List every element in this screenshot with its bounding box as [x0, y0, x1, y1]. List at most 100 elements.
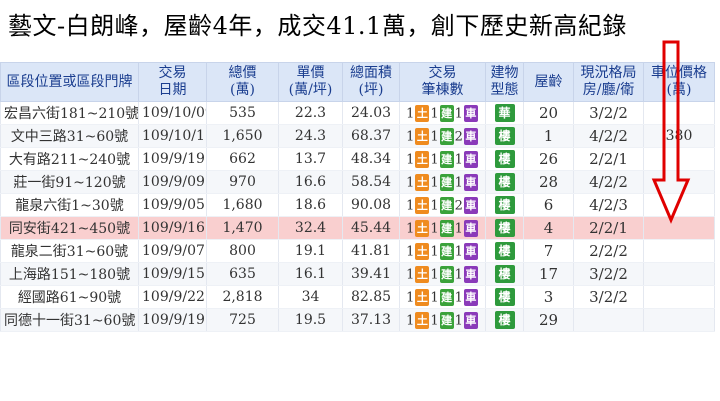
land-count: 1 — [406, 221, 415, 236]
parking-count: 1 — [454, 244, 463, 259]
cell-address[interactable]: 同安街421~450號 — [0, 216, 139, 240]
building-badge-icon: 建 — [439, 311, 454, 329]
land-badge-icon: 土 — [415, 196, 430, 214]
cell-address[interactable]: 文中三路31~60號 — [0, 124, 139, 148]
cell-layout — [573, 308, 644, 332]
land-count: 1 — [406, 267, 415, 282]
building-count: 1 — [430, 290, 439, 305]
cell-building-type: 樓 — [485, 239, 524, 263]
cell-age: 7 — [523, 239, 574, 263]
table-row[interactable]: 大有路211~240號 109/9/19 662 13.7 48.34 1 土 1 建 1 車樓 26… — [0, 147, 715, 171]
building-badge-icon: 建 — [439, 127, 454, 145]
cell-parking-price — [643, 308, 715, 332]
table-row[interactable]: 龍泉二街31~60號 109/9/07 800 19.1 41.81 1 土 1 建 1 車樓 7 2/… — [0, 239, 715, 263]
building-type-badge: 樓 — [494, 196, 515, 214]
parking-badge-icon: 車 — [463, 127, 478, 145]
cell-layout: 2/2/2 — [573, 239, 644, 263]
cell-transaction-count: 1土1建1車 — [399, 285, 486, 309]
parking-count: 1 — [454, 290, 463, 305]
building-badge-icon: 建 — [439, 104, 454, 122]
parking-badge-icon: 車 — [463, 311, 478, 329]
col-header-building-type[interactable]: 建物 型態 — [485, 62, 524, 102]
transactions-table: 區段位置或區段門牌 交易 日期 總價 (萬) 單價 (萬/坪) 總面積 (坪) 交易 筆棟… — [0, 62, 715, 332]
cell-transaction-count: 1土1建2車 — [399, 193, 486, 217]
building-badge-icon: 建 — [439, 173, 454, 191]
col-header-age[interactable]: 屋齡 — [523, 62, 574, 102]
land-count: 1 — [406, 175, 415, 190]
cell-date: 109/9/09 — [138, 170, 207, 194]
cell-unit-price: 22.3 — [278, 101, 343, 125]
cell-date: 109/10/09 — [138, 101, 207, 125]
land-count: 1 — [406, 106, 415, 121]
parking-badge-icon: 車 — [463, 242, 478, 260]
col-header-date[interactable]: 交易 日期 — [138, 62, 207, 102]
cell-transaction-count: 1土1建1車 — [399, 170, 486, 194]
table-row[interactable]: 同德十一街31~60號 109/9/19 725 19.5 37.13 1 土 1 建 1 車樓 29 — [0, 308, 715, 332]
col-header-layout[interactable]: 現況格局 房/廳/衛 — [573, 62, 644, 102]
cell-total-price: 1,470 — [206, 216, 279, 240]
cell-total-area: 37.13 — [342, 308, 400, 332]
red-down-arrow-icon — [651, 40, 691, 224]
land-badge-icon: 土 — [415, 265, 430, 283]
cell-age: 29 — [523, 308, 574, 332]
table-row[interactable]: 同安街421~450號 109/9/16 1,470 32.4 45.44 1 土 1 建 1 車樓… — [0, 216, 715, 240]
col-header-total-price[interactable]: 總價 (萬) — [206, 62, 279, 102]
col-header-unit-price[interactable]: 單價 (萬/坪) — [278, 62, 343, 102]
cell-transaction-count: 1土1建1車 — [399, 216, 486, 240]
cell-address[interactable]: 宏昌六街181~210號 — [0, 101, 139, 125]
land-badge-icon: 土 — [415, 173, 430, 191]
cell-address[interactable]: 龍泉二街31~60號 — [0, 239, 139, 263]
cell-layout: 3/2/2 — [573, 285, 644, 309]
cell-address[interactable]: 大有路211~240號 — [0, 147, 139, 171]
cell-unit-price: 13.7 — [278, 147, 343, 171]
cell-transaction-count: 1土1建1車 — [399, 308, 486, 332]
cell-total-area: 90.08 — [342, 193, 400, 217]
cell-age: 26 — [523, 147, 574, 171]
cell-address[interactable]: 經國路61~90號 — [0, 285, 139, 309]
cell-total-area: 48.34 — [342, 147, 400, 171]
building-count: 1 — [430, 244, 439, 259]
cell-layout: 2/2/1 — [573, 147, 644, 171]
parking-count: 2 — [454, 198, 463, 213]
building-count: 1 — [430, 221, 439, 236]
cell-total-price: 800 — [206, 239, 279, 263]
table-row[interactable]: 宏昌六街181~210號109/10/0953522.324.031土1建1車華… — [0, 101, 715, 125]
building-badge-icon: 建 — [439, 196, 454, 214]
cell-address[interactable]: 同德十一街31~60號 — [0, 308, 139, 332]
cell-layout: 4/2/2 — [573, 124, 644, 148]
cell-parking-price — [643, 239, 715, 263]
cell-date: 109/9/16 — [138, 216, 207, 240]
cell-transaction-count: 1土1建1車 — [399, 262, 486, 286]
land-count: 1 — [406, 313, 415, 328]
table-row[interactable]: 文中三路31~60號109/10/111,65024.368.371土1建2車樓… — [0, 124, 715, 148]
parking-badge-icon: 車 — [463, 173, 478, 191]
building-type-badge: 華 — [494, 104, 515, 122]
cell-address[interactable]: 莊一街91~120號 — [0, 170, 139, 194]
cell-address[interactable]: 上海路151~180號 — [0, 262, 139, 286]
cell-unit-price: 18.6 — [278, 193, 343, 217]
cell-total-price: 535 — [206, 101, 279, 125]
cell-total-area: 39.41 — [342, 262, 400, 286]
land-badge-icon: 土 — [415, 104, 430, 122]
cell-total-price: 635 — [206, 262, 279, 286]
col-header-total-area[interactable]: 總面積 (坪) — [342, 62, 400, 102]
cell-age: 4 — [523, 216, 574, 240]
table-row[interactable]: 上海路151~180號 109/9/15 635 16.1 39.41 1 土 1 建 1 車樓 17… — [0, 262, 715, 286]
building-type-badge: 樓 — [494, 150, 515, 168]
col-header-transaction-count[interactable]: 交易 筆棟數 — [399, 62, 486, 102]
cell-age: 20 — [523, 101, 574, 125]
col-header-address[interactable]: 區段位置或區段門牌 — [0, 62, 139, 102]
land-count: 1 — [406, 152, 415, 167]
cell-date: 109/9/07 — [138, 239, 207, 263]
cell-layout: 4/2/2 — [573, 170, 644, 194]
cell-transaction-count: 1土1建1車 — [399, 147, 486, 171]
table-row[interactable]: 經國路61~90號 109/9/22 2,818 34 82.85 1 土 1 建 1 車樓 3 3/2… — [0, 285, 715, 309]
table-row[interactable]: 龍泉六街1~30號 109/9/05 1,680 18.6 90.08 1 土 1 建 2 車樓 6 4… — [0, 193, 715, 217]
cell-date: 109/9/19 — [138, 147, 207, 171]
table-row[interactable]: 莊一街91~120號 109/9/09 970 16.6 58.54 1 土 1 建 1 車樓 28 4… — [0, 170, 715, 194]
cell-unit-price: 19.5 — [278, 308, 343, 332]
building-count: 1 — [430, 129, 439, 144]
cell-address[interactable]: 龍泉六街1~30號 — [0, 193, 139, 217]
parking-count: 2 — [454, 129, 463, 144]
cell-total-price: 662 — [206, 147, 279, 171]
